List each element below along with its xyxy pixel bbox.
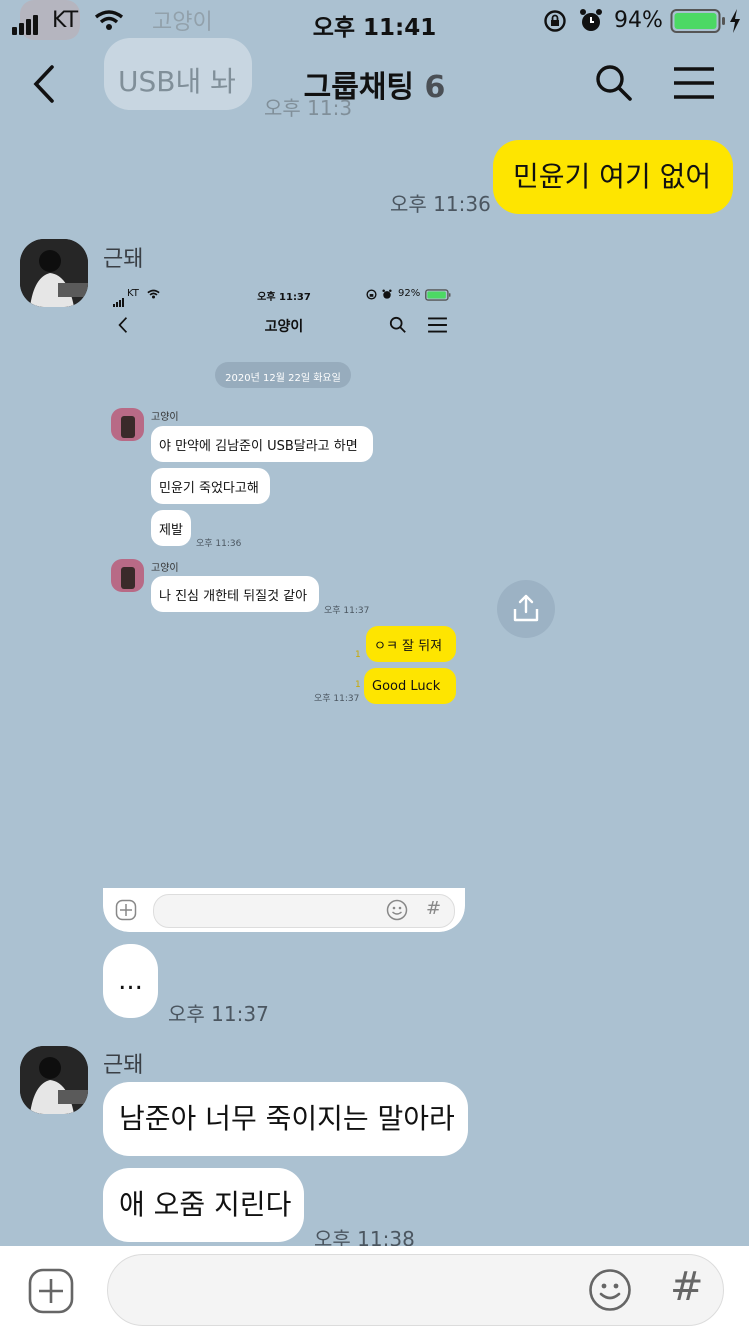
date-chip-text: 2020년 12월 22일 화요일	[225, 373, 341, 384]
share-button[interactable]	[497, 580, 555, 638]
plus-icon[interactable]	[28, 1268, 74, 1314]
message-time: 오후 11:37	[168, 1002, 269, 1026]
mini-time: 오후 11:37	[314, 694, 360, 704]
mini-bubble-self: Good Luck	[364, 668, 456, 704]
avatar[interactable]	[20, 1046, 88, 1114]
mini-avatar	[111, 559, 144, 592]
mini-bubble-text: 민윤기 죽었다고해	[159, 480, 259, 496]
mini-unread-count: 1	[355, 680, 361, 690]
battery-percent: 94%	[614, 8, 663, 33]
share-icon	[513, 594, 539, 622]
mini-emoji-icon	[386, 899, 408, 921]
mini-battery-icon	[425, 289, 451, 301]
mini-battery-percent: 92%	[398, 288, 421, 299]
mini-time: 오후 11:36	[196, 539, 242, 549]
message-text: ...	[118, 966, 143, 996]
mini-text-field	[153, 894, 455, 928]
avatar[interactable]	[20, 239, 88, 307]
message-bubble-other[interactable]: 애 오줌 지린다	[103, 1168, 304, 1242]
message-text: 민윤기 여기 없어	[513, 160, 712, 193]
message-bubble-other[interactable]: ...	[103, 944, 158, 1018]
avatar-photo	[20, 1046, 88, 1114]
sender-name: 근돼	[103, 247, 144, 272]
avatar-photo	[20, 239, 88, 307]
status-bar: KT 오후 11:41 94%	[0, 0, 749, 41]
mini-sender-name: 고양이	[151, 412, 179, 423]
chat-screen: 고양이 USB내 놔 오후 11:3 KT 오후 11:41 94% 그룹채팅 …	[0, 0, 749, 1334]
page-title: 그룹채팅 6	[0, 62, 749, 106]
mini-search-icon	[389, 316, 406, 333]
mini-bubble-other: 제발	[151, 510, 191, 546]
mini-bubble-self: ㅇㅋ 잘 뒤져	[366, 626, 456, 662]
message-text: 애 오줌 지린다	[119, 1188, 292, 1221]
battery-icon	[670, 9, 725, 33]
message-bubble-self[interactable]: 민윤기 여기 없어	[493, 140, 733, 214]
shared-screenshot[interactable]: KT 오후 11:37 92% 고양이 2020년 12월 22일 화요일 고양…	[103, 284, 465, 932]
search-icon[interactable]	[594, 63, 634, 103]
sender-name: 근돼	[103, 1053, 144, 1078]
rotation-lock-icon	[544, 10, 566, 32]
mini-bubble-other: 야 만약에 김남준이 USB달라고 하면	[151, 426, 373, 462]
alarm-icon	[580, 9, 602, 31]
chat-title: 그룹채팅	[303, 70, 415, 105]
mini-bubble-other: 나 진심 개한테 뒤질것 같아	[151, 576, 319, 612]
mini-sender-name: 고양이	[151, 563, 179, 574]
member-count: 6	[424, 70, 446, 105]
mini-bubble-text: Good Luck	[372, 678, 441, 694]
mini-avatar	[111, 408, 144, 441]
mini-rotation-lock-icon	[366, 289, 377, 300]
mini-bubble-text: 제발	[159, 522, 183, 538]
message-bubble-other[interactable]: 남준아 너무 죽이지는 말아라	[103, 1082, 468, 1156]
mini-plus-icon	[115, 899, 137, 921]
emoji-icon[interactable]	[588, 1268, 632, 1312]
charging-icon	[730, 9, 740, 33]
mini-bubble-text: ㅇㅋ 잘 뒤져	[374, 638, 443, 654]
menu-icon[interactable]	[672, 66, 716, 100]
input-bar: #	[0, 1246, 749, 1334]
mini-bubble-text: 야 만약에 김남준이 USB달라고 하면	[159, 438, 358, 454]
mini-time: 오후 11:37	[324, 606, 370, 616]
mini-menu-icon	[428, 317, 447, 333]
mini-alarm-icon	[382, 289, 392, 299]
mini-hash-icon: #	[426, 898, 442, 919]
mini-bubble-other: 민윤기 죽었다고해	[151, 468, 270, 504]
mini-unread-count: 1	[355, 650, 361, 660]
mini-bubble-text: 나 진심 개한테 뒤질것 같아	[159, 588, 308, 604]
message-time: 오후 11:36	[390, 192, 491, 216]
mini-title: 고양이	[264, 319, 304, 335]
message-text: 남준아 너무 죽이지는 말아라	[119, 1102, 455, 1135]
hash-icon[interactable]: #	[670, 1264, 704, 1310]
